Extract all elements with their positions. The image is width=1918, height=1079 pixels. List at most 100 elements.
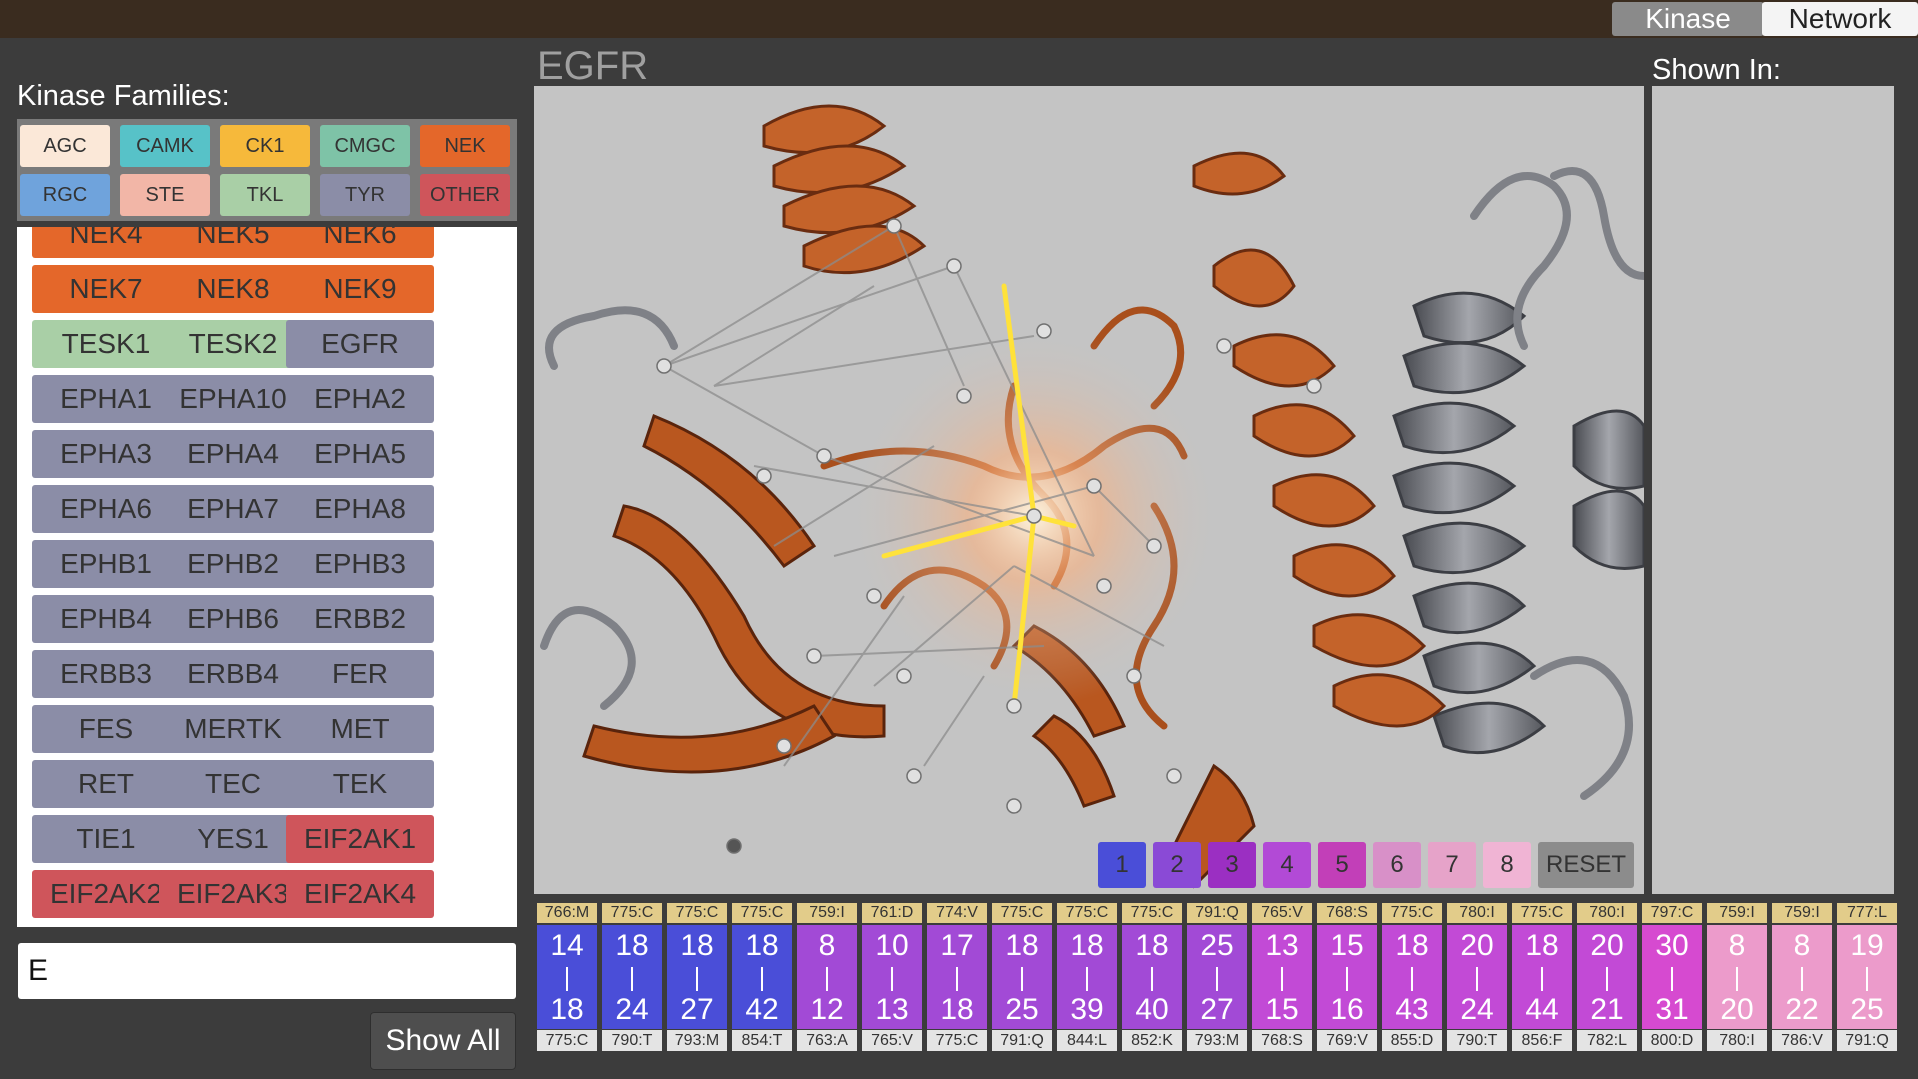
family-button-cmgc[interactable]: CMGC bbox=[320, 125, 410, 167]
residue-pair-top: 791:Q bbox=[1187, 903, 1247, 923]
residue-pair-index-a: 25 bbox=[1200, 929, 1234, 962]
kinase-button[interactable]: FER bbox=[286, 650, 434, 698]
residue-pair-top: 765:V bbox=[1252, 903, 1312, 923]
kinase-button[interactable]: YES1 bbox=[159, 815, 307, 863]
subnetwork-button-7[interactable]: 7 bbox=[1428, 842, 1476, 888]
kinase-button[interactable]: EIF2AK4 bbox=[286, 870, 434, 918]
family-button-other[interactable]: OTHER bbox=[420, 174, 510, 216]
kinase-button[interactable]: TESK2 bbox=[159, 320, 307, 368]
kinase-button[interactable]: NEK7 bbox=[32, 265, 180, 313]
residue-pair-card[interactable]: 780:I 20 21 782:L bbox=[1577, 903, 1637, 1051]
family-button-rgc[interactable]: RGC bbox=[20, 174, 110, 216]
residue-pair-index-a: 18 bbox=[1525, 929, 1559, 962]
kinase-button[interactable]: FES bbox=[32, 705, 180, 753]
kinase-button[interactable]: EPHA7 bbox=[159, 485, 307, 533]
residue-pair-index-b: 40 bbox=[1135, 993, 1169, 1026]
kinase-button[interactable]: TESK1 bbox=[32, 320, 180, 368]
search-input[interactable]: E bbox=[18, 943, 516, 999]
kinase-button[interactable]: ERBB3 bbox=[32, 650, 180, 698]
kinase-button[interactable]: EPHB6 bbox=[159, 595, 307, 643]
tab-network[interactable]: Network bbox=[1762, 2, 1918, 36]
residue-pair-link bbox=[1021, 967, 1023, 991]
reset-button[interactable]: RESET bbox=[1538, 842, 1634, 888]
kinase-button[interactable]: ERBB2 bbox=[286, 595, 434, 643]
residue-pair-card[interactable]: 775:C 18 44 856:F bbox=[1512, 903, 1572, 1051]
residue-pair-card[interactable]: 775:C 18 42 854:T bbox=[732, 903, 792, 1051]
kinase-button[interactable]: NEK9 bbox=[286, 265, 434, 313]
residue-pair-card[interactable]: 761:D 10 13 765:V bbox=[862, 903, 922, 1051]
residue-pair-link bbox=[631, 967, 633, 991]
kinase-button[interactable]: NEK8 bbox=[159, 265, 307, 313]
subnetwork-button-1[interactable]: 1 bbox=[1098, 842, 1146, 888]
family-button-ste[interactable]: STE bbox=[120, 174, 210, 216]
family-button-camk[interactable]: CAMK bbox=[120, 125, 210, 167]
kinase-button[interactable]: RET bbox=[32, 760, 180, 808]
family-button-nek[interactable]: NEK bbox=[420, 125, 510, 167]
residue-pair-bottom: 765:V bbox=[862, 1030, 922, 1051]
residue-pair-card[interactable]: 775:C 18 39 844:L bbox=[1057, 903, 1117, 1051]
residue-pair-index-b: 27 bbox=[680, 993, 714, 1026]
subnetwork-button-4[interactable]: 4 bbox=[1263, 842, 1311, 888]
kinase-button[interactable]: EPHA5 bbox=[286, 430, 434, 478]
residue-pair-bottom: 768:S bbox=[1252, 1030, 1312, 1051]
subnetwork-button-2[interactable]: 2 bbox=[1153, 842, 1201, 888]
kinase-button[interactable]: ERBB4 bbox=[159, 650, 307, 698]
kinase-button[interactable]: EPHB3 bbox=[286, 540, 434, 588]
kinase-list[interactable]: NEK4 NEK5 NEK6 NEK7 NEK8 NEK9 TESK1 TESK2 EGFR EP… bbox=[17, 227, 517, 927]
residue-pair-top: 774:V bbox=[927, 903, 987, 923]
kinase-button[interactable]: EGFR bbox=[286, 320, 434, 368]
residue-pair-card[interactable]: 780:I 20 24 790:T bbox=[1447, 903, 1507, 1051]
residue-pair-card[interactable]: 759:I 8 12 763:A bbox=[797, 903, 857, 1051]
kinase-button[interactable]: NEK4 bbox=[32, 227, 180, 258]
kinase-button[interactable]: NEK5 bbox=[159, 227, 307, 258]
kinase-button[interactable]: EIF2AK1 bbox=[286, 815, 434, 863]
residue-pair-card[interactable]: 759:I 8 20 780:I bbox=[1707, 903, 1767, 1051]
residue-pair-top: 775:C bbox=[602, 903, 662, 923]
residue-pair-card[interactable]: 768:S 15 16 769:V bbox=[1317, 903, 1377, 1051]
kinase-button[interactable]: EPHA1 bbox=[32, 375, 180, 423]
subnetwork-button-8[interactable]: 8 bbox=[1483, 842, 1531, 888]
residue-pair-card[interactable]: 777:L 19 25 791:Q bbox=[1837, 903, 1897, 1051]
residue-pair-card[interactable]: 775:C 18 43 855:D bbox=[1382, 903, 1442, 1051]
kinase-button[interactable]: EPHA4 bbox=[159, 430, 307, 478]
kinase-button[interactable]: EIF2AK2 bbox=[32, 870, 180, 918]
residue-pair-card[interactable]: 775:C 18 25 791:Q bbox=[992, 903, 1052, 1051]
protein-viewer[interactable] bbox=[534, 86, 1644, 894]
residue-pair-card[interactable]: 797:C 30 31 800:D bbox=[1642, 903, 1702, 1051]
kinase-button[interactable]: EPHA3 bbox=[32, 430, 180, 478]
residue-pair-card[interactable]: 791:Q 25 27 793:M bbox=[1187, 903, 1247, 1051]
kinase-button[interactable]: MERTK bbox=[159, 705, 307, 753]
kinase-button[interactable]: EPHA6 bbox=[32, 485, 180, 533]
kinase-button[interactable]: NEK6 bbox=[286, 227, 434, 258]
residue-pair-bottom: 775:C bbox=[927, 1030, 987, 1051]
show-all-button[interactable]: Show All bbox=[370, 1012, 516, 1070]
residue-pair-index-a: 8 bbox=[1728, 929, 1746, 962]
residue-pair-card[interactable]: 765:V 13 15 768:S bbox=[1252, 903, 1312, 1051]
subnetwork-button-6[interactable]: 6 bbox=[1373, 842, 1421, 888]
residue-pair-card[interactable]: 775:C 18 24 790:T bbox=[602, 903, 662, 1051]
subnetwork-button-5[interactable]: 5 bbox=[1318, 842, 1366, 888]
residue-pair-card[interactable]: 759:I 8 22 786:V bbox=[1772, 903, 1832, 1051]
kinase-button[interactable]: EPHA10 bbox=[159, 375, 307, 423]
family-button-tkl[interactable]: TKL bbox=[220, 174, 310, 216]
family-button-agc[interactable]: AGC bbox=[20, 125, 110, 167]
kinase-button[interactable]: TEK bbox=[286, 760, 434, 808]
kinase-button[interactable]: MET bbox=[286, 705, 434, 753]
kinase-button[interactable]: EPHA8 bbox=[286, 485, 434, 533]
kinase-button[interactable]: EIF2AK3 bbox=[159, 870, 307, 918]
residue-pair-top: 761:D bbox=[862, 903, 922, 923]
family-button-tyr[interactable]: TYR bbox=[320, 174, 410, 216]
subnetwork-button-3[interactable]: 3 bbox=[1208, 842, 1256, 888]
kinase-button[interactable]: TEC bbox=[159, 760, 307, 808]
residue-pair-card[interactable]: 775:C 18 40 852:K bbox=[1122, 903, 1182, 1051]
residue-pair-card[interactable]: 775:C 18 27 793:M bbox=[667, 903, 727, 1051]
family-button-ck1[interactable]: CK1 bbox=[220, 125, 310, 167]
residue-pair-card[interactable]: 774:V 17 18 775:C bbox=[927, 903, 987, 1051]
residue-pair-card[interactable]: 766:M 14 18 775:C bbox=[537, 903, 597, 1051]
kinase-button[interactable]: EPHB4 bbox=[32, 595, 180, 643]
kinase-button[interactable]: EPHA2 bbox=[286, 375, 434, 423]
tab-kinase[interactable]: Kinase bbox=[1612, 2, 1764, 36]
kinase-button[interactable]: TIE1 bbox=[32, 815, 180, 863]
kinase-button[interactable]: EPHB1 bbox=[32, 540, 180, 588]
kinase-button[interactable]: EPHB2 bbox=[159, 540, 307, 588]
